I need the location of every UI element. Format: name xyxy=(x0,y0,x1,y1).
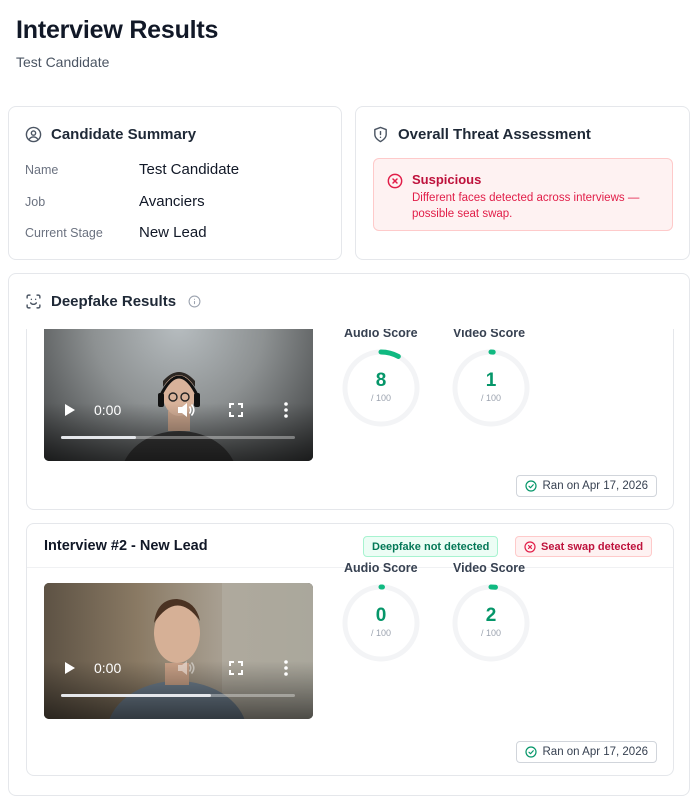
audio-score-gauge: 8 / 100 xyxy=(341,348,421,428)
score-max: / 100 xyxy=(480,628,502,638)
video-player[interactable]: 0:00 xyxy=(44,329,313,461)
threat-alert: Suspicious Different faces detected acro… xyxy=(373,158,673,231)
play-icon[interactable] xyxy=(62,402,78,418)
user-circle-icon xyxy=(25,126,42,143)
field-label: Job xyxy=(25,194,46,209)
video-seek-bar[interactable] xyxy=(61,436,295,439)
video-player[interactable]: 0:00 xyxy=(44,583,313,719)
page-title: Interview Results xyxy=(16,16,219,44)
video-score-value: 2 xyxy=(485,605,497,626)
seat-swap-badge: Seat swap detected xyxy=(515,536,653,557)
field-label: Name xyxy=(25,162,59,177)
video-score-gauge: 2 / 100 xyxy=(451,583,531,663)
score-max: / 100 xyxy=(480,393,502,403)
summary-row-name: Name Test Candidate xyxy=(25,161,239,178)
x-circle-icon xyxy=(524,540,536,553)
candidate-summary-card: Candidate Summary Name Test Candidate Jo… xyxy=(8,106,342,260)
score-max: / 100 xyxy=(370,628,392,638)
deepfake-results-card: Deepfake Results 0:00 Audio Score 8 / 10… xyxy=(8,273,690,796)
field-label: Current Stage xyxy=(25,225,103,240)
volume-icon[interactable] xyxy=(177,659,195,677)
threat-status: Suspicious xyxy=(412,172,482,187)
shield-icon xyxy=(372,126,389,143)
video-time: 0:00 xyxy=(94,402,122,418)
interview-title: Interview #2 - New Lead xyxy=(44,538,208,554)
page-subtitle: Test Candidate xyxy=(16,54,110,70)
video-time: 0:00 xyxy=(94,660,122,676)
play-icon[interactable] xyxy=(62,660,78,676)
deepfake-status-badge: Deepfake not detected xyxy=(363,536,499,557)
field-value: Avanciers xyxy=(139,193,205,210)
audio-score-value: 0 xyxy=(375,605,387,626)
info-icon[interactable] xyxy=(188,295,201,308)
audio-score-label: Audio Score xyxy=(344,561,418,575)
video-seek-fill xyxy=(61,436,136,439)
more-options-icon[interactable] xyxy=(281,660,291,676)
audio-score-label: Audio Score xyxy=(344,329,418,340)
video-seek-bar[interactable] xyxy=(61,694,295,697)
check-circle-icon xyxy=(524,746,537,758)
video-score-gauge: 1 / 100 xyxy=(451,348,531,428)
face-scan-icon xyxy=(25,293,42,310)
field-value: New Lead xyxy=(139,224,207,241)
card-title: Candidate Summary xyxy=(51,126,197,143)
card-title: Deepfake Results xyxy=(51,293,177,310)
card-title: Overall Threat Assessment xyxy=(398,126,591,143)
more-options-icon[interactable] xyxy=(281,402,291,418)
ran-date-text: Ran on Apr 17, 2026 xyxy=(542,746,649,758)
video-score-value: 1 xyxy=(485,370,497,391)
ran-date-pill: Ran on Apr 17, 2026 xyxy=(515,741,657,763)
interview-card: 0:00 Audio Score 8 / 100 Video Score 1 /… xyxy=(26,329,674,510)
audio-score-gauge: 0 / 100 xyxy=(341,583,421,663)
audio-score-value: 8 xyxy=(375,370,387,391)
interview-card: Interview #2 - New Lead Deepfake not det… xyxy=(26,523,674,776)
threat-assessment-card: Overall Threat Assessment Suspicious Dif… xyxy=(355,106,690,260)
fullscreen-icon[interactable] xyxy=(228,402,244,418)
video-seek-fill xyxy=(61,694,211,697)
seat-swap-text: Seat swap detected xyxy=(541,540,644,553)
summary-row-stage: Current Stage New Lead xyxy=(25,224,207,241)
interview-list[interactable]: 0:00 Audio Score 8 / 100 Video Score 1 /… xyxy=(25,329,675,789)
score-max: / 100 xyxy=(370,393,392,403)
field-value: Test Candidate xyxy=(139,161,240,178)
ran-date-text: Ran on Apr 17, 2026 xyxy=(542,480,649,492)
check-circle-icon xyxy=(524,480,537,492)
video-score-label: Video Score xyxy=(453,329,526,340)
fullscreen-icon[interactable] xyxy=(228,660,244,676)
threat-message: Different faces detected across intervie… xyxy=(412,192,640,220)
ran-date-pill: Ran on Apr 17, 2026 xyxy=(515,475,657,497)
video-score-label: Video Score xyxy=(453,561,526,575)
summary-row-job: Job Avanciers xyxy=(25,193,205,210)
x-circle-icon xyxy=(387,173,403,189)
volume-icon[interactable] xyxy=(177,401,195,419)
